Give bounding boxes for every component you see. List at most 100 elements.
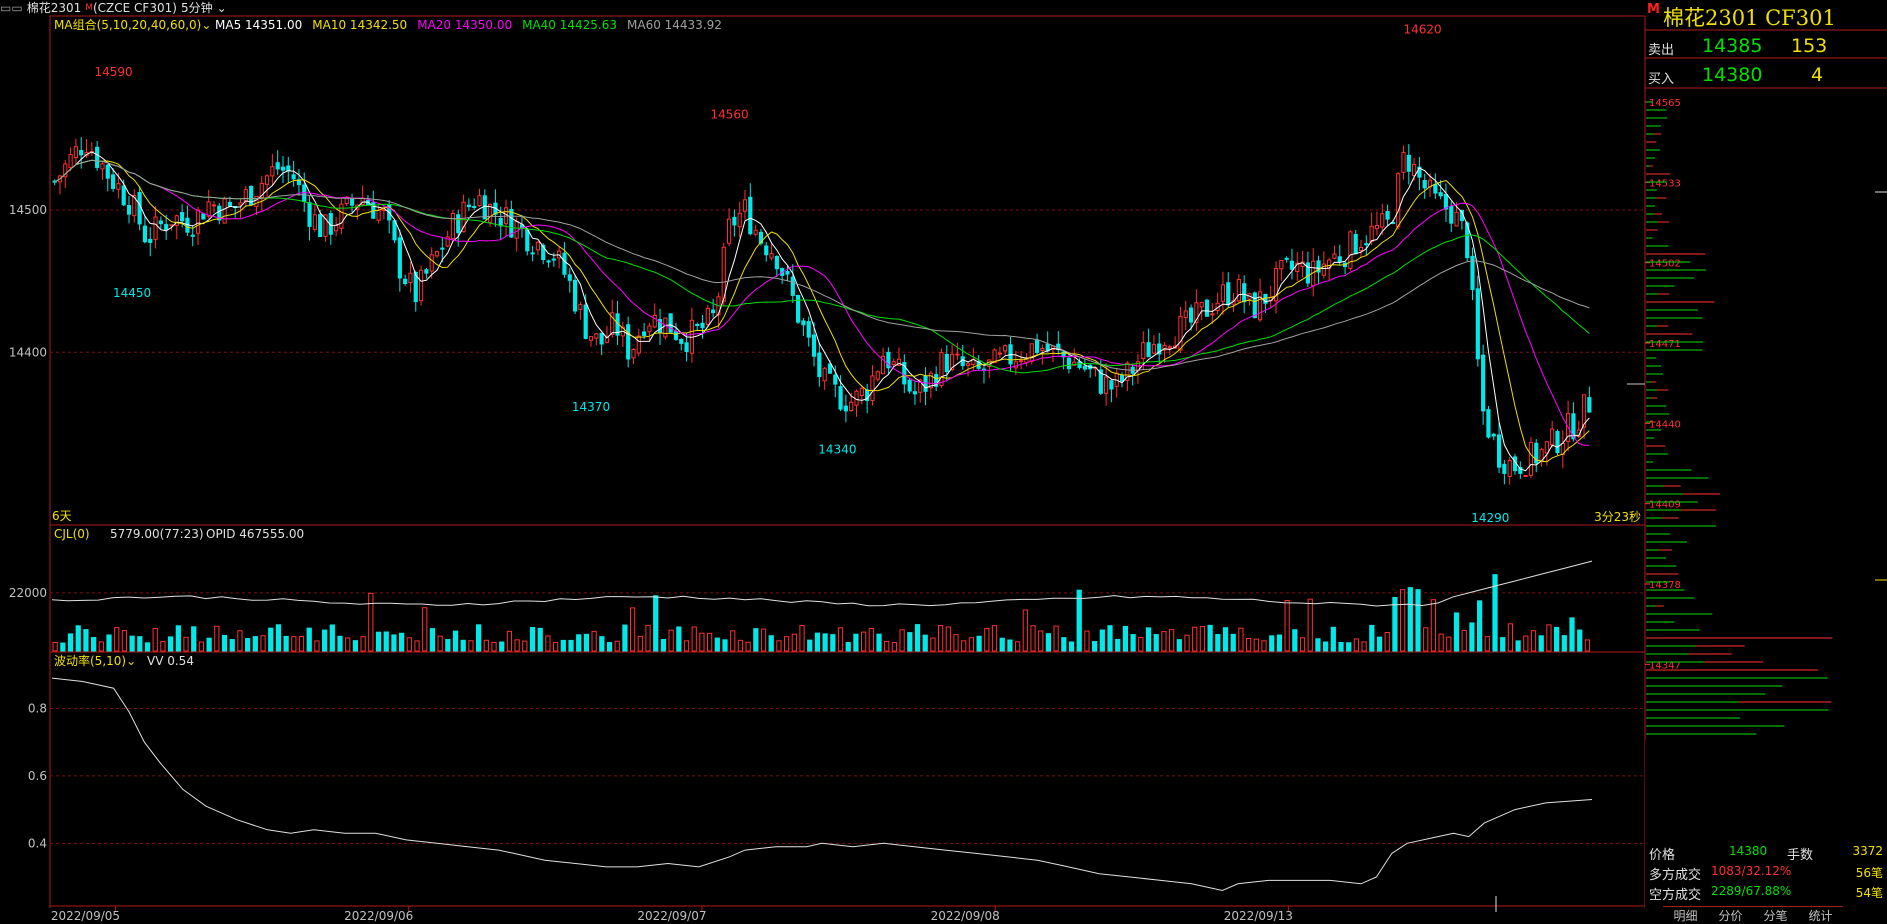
candle-body — [700, 322, 705, 329]
volume-bar — [830, 634, 836, 652]
volume-bar — [1392, 596, 1398, 652]
candle-body — [148, 238, 153, 243]
volume-bar — [514, 639, 520, 652]
candle-body — [1034, 339, 1040, 353]
ma-group-legend[interactable]: MA组合(5,10,20,40,60,0)⌄ — [54, 17, 211, 32]
volume-bar — [352, 640, 359, 652]
candle-body — [1587, 397, 1592, 413]
x-tick-label: 2022/09/06 — [344, 909, 413, 923]
volume-bar — [1099, 629, 1105, 652]
candle-body — [636, 335, 641, 354]
volume-bar — [1369, 624, 1375, 652]
price-panel — [52, 137, 1592, 485]
candle-body — [376, 209, 381, 221]
candle-body — [424, 269, 429, 274]
volume-bar — [899, 629, 905, 652]
volume-bar — [283, 635, 289, 652]
volume-bar — [429, 628, 436, 652]
volume-bar — [537, 627, 543, 652]
volume-bar — [745, 641, 751, 652]
candle-body — [1364, 243, 1369, 246]
candle-body — [843, 405, 848, 412]
candle-body — [652, 314, 657, 328]
volume-bar — [1400, 589, 1406, 652]
profile-tick-label: 14409 — [1649, 500, 1681, 511]
volume-bar — [1569, 617, 1575, 652]
candle-body — [594, 333, 599, 339]
volume-bar — [414, 640, 420, 652]
volume-bar — [1199, 626, 1206, 652]
profile-tick-label: 14471 — [1649, 339, 1681, 350]
candle-body — [1401, 152, 1406, 173]
volume-bar — [522, 640, 528, 652]
candle-body — [1433, 183, 1438, 194]
volume-bar — [945, 626, 951, 652]
candle-body — [923, 375, 928, 392]
volume-bar — [837, 627, 844, 652]
candle-body — [817, 352, 822, 378]
candle-body — [1279, 259, 1284, 270]
chevron-down-icon: ⌄ — [201, 18, 211, 32]
candle-body — [1555, 431, 1560, 454]
candle-body — [100, 163, 105, 170]
volume-bar — [1546, 624, 1552, 652]
tab-details[interactable]: 明细 — [1663, 906, 1708, 924]
volume-bar — [268, 627, 274, 652]
volume-bar — [768, 635, 774, 652]
price-annotation: 14370 — [572, 400, 610, 414]
price-annotation: 14560 — [711, 108, 749, 122]
candle-body — [164, 224, 169, 230]
volume-bar — [306, 627, 312, 652]
volume-legend[interactable]: CJL(0) — [54, 527, 90, 541]
tab-price-levels[interactable]: 分价 — [1708, 906, 1753, 924]
candle-body — [397, 237, 402, 279]
ma-legend-item: MA20 14350.00 — [417, 18, 512, 32]
volume-bar — [737, 639, 744, 652]
volume-bar — [491, 641, 497, 652]
volume-bar — [1407, 587, 1413, 652]
volume-bar — [1153, 634, 1159, 652]
volume-bar — [1523, 635, 1529, 652]
candle-body — [291, 174, 296, 180]
candle-body — [631, 348, 636, 359]
candle-body — [1443, 194, 1449, 210]
open-interest-line — [51, 560, 1593, 607]
countdown-label: 3分23秒 — [1594, 510, 1641, 524]
price-annotation: 14590 — [95, 65, 133, 79]
tab-statistics[interactable]: 统计 — [1798, 906, 1843, 924]
candle-body — [695, 323, 700, 326]
volume-bar — [630, 607, 636, 652]
candle-body — [142, 225, 148, 243]
volume-bar — [799, 625, 805, 652]
candle-body — [158, 220, 163, 225]
kline-chart[interactable]: 14400 14500 22000 0.4 0.6 0.8 14590 14450 14560… — [0, 0, 1645, 924]
volume-bar — [599, 636, 605, 652]
candle-body — [572, 279, 578, 312]
panel-tabs: 明细 分价 分笔 统计 — [1663, 906, 1843, 924]
candle-body — [790, 276, 795, 296]
volume-bar — [468, 640, 474, 652]
volume-bar — [214, 625, 220, 652]
volume-bar — [114, 627, 120, 652]
candle-body — [546, 260, 551, 263]
candle-body — [567, 274, 572, 281]
candle-body — [1178, 315, 1183, 351]
candle-body — [1109, 380, 1114, 390]
volume-bar — [1323, 641, 1329, 652]
candle-body — [764, 245, 769, 256]
candle-body — [73, 146, 78, 158]
tab-ticks[interactable]: 分笔 — [1753, 906, 1798, 924]
volume-bar — [753, 628, 759, 652]
volume-bar — [938, 625, 944, 652]
candle-body — [1486, 409, 1491, 438]
volume-bar — [1022, 609, 1028, 652]
candle-body — [1491, 433, 1496, 437]
volume-bar — [1130, 634, 1136, 652]
candle-body — [195, 209, 201, 234]
candle-body — [1077, 361, 1082, 369]
candle-body — [642, 331, 647, 337]
candle-body — [1412, 164, 1417, 177]
volatility-legend[interactable]: 波动率(5,10)⌄ — [54, 653, 136, 668]
candle-body — [1204, 299, 1210, 317]
volume-bar — [668, 629, 674, 652]
